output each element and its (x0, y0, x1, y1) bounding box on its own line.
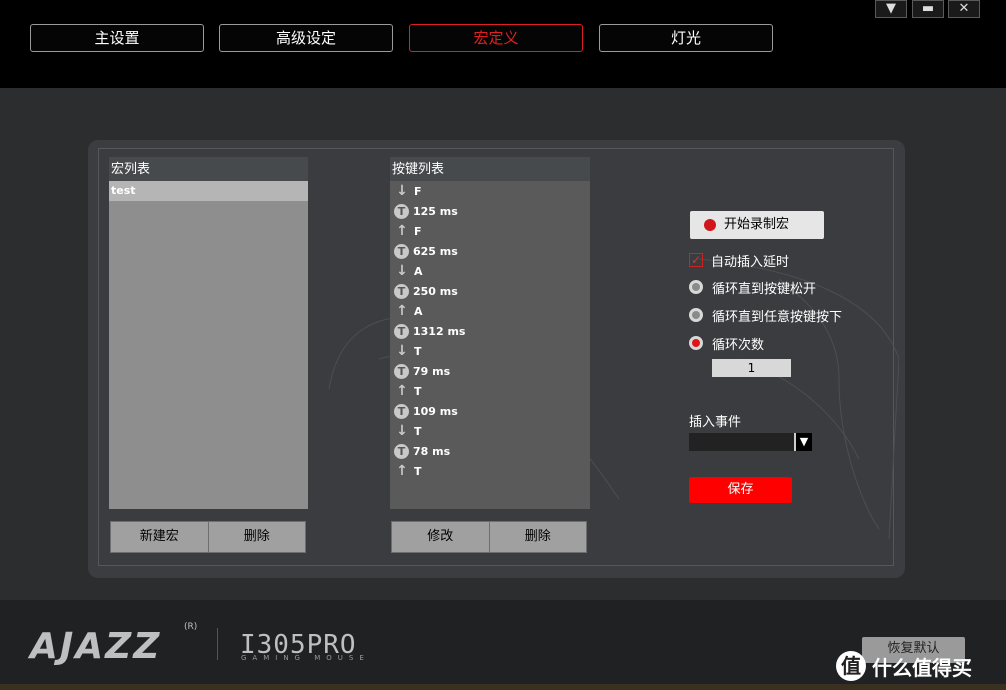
macro-list-header: 宏列表 (109, 157, 308, 181)
watermark-text: 什么值得买 (872, 655, 972, 680)
key-list-row-text: 1312 ms (413, 324, 466, 338)
arrow-up-icon: ↑ (396, 463, 408, 479)
key-list-row[interactable]: T 1312 ms (390, 321, 590, 341)
key-list-row-text: T (414, 384, 422, 398)
brand-logo: AJAZZ (30, 626, 162, 667)
key-list-row-text: A (414, 304, 423, 318)
key-list-row[interactable]: ↑ T (390, 381, 590, 401)
key-list-row[interactable]: T 79 ms (390, 361, 590, 381)
timer-icon: T (394, 363, 409, 379)
timer-icon: T (394, 443, 409, 459)
tab-macro[interactable]: 宏定义 (409, 24, 583, 52)
menu-dropdown-button[interactable]: ▼ (875, 0, 907, 18)
auto-delay-label: 自动插入延时 (711, 254, 790, 270)
loop-count-label: 循环次数 (712, 337, 765, 353)
insert-event-select[interactable]: ▼ (689, 433, 812, 451)
minimize-button[interactable]: ▬ (912, 0, 944, 18)
macro-panel: 宏列表 test 新建宏 删除 按键列表 ↓ F T 125 ms ↑ F T 625 ms ↓… (88, 140, 905, 578)
arrow-down-icon: ↓ (396, 183, 408, 199)
key-list-row-text: 79 ms (413, 364, 451, 378)
key-list-row-text: 109 ms (413, 404, 458, 418)
edit-key-button[interactable]: 修改 (392, 522, 489, 552)
record-dot-icon (704, 219, 716, 231)
arrow-up-icon: ↑ (396, 303, 408, 319)
key-list-row-text: 125 ms (413, 204, 458, 218)
start-record-button[interactable]: 开始录制宏 (690, 211, 824, 239)
loop-until-any-key-label: 循环直到任意按键按下 (712, 309, 843, 325)
triangle-down-icon: ▼ (886, 1, 896, 16)
arrow-up-icon: ↑ (396, 383, 408, 399)
loop-until-any-key-radio[interactable] (689, 308, 703, 322)
key-list-row-text: F (414, 184, 422, 198)
key-list-row-text: 625 ms (413, 244, 458, 258)
key-list-row[interactable]: ↓ T (390, 421, 590, 441)
loop-count-radio[interactable] (689, 336, 703, 350)
minimize-icon: ▬ (921, 1, 935, 16)
macro-list[interactable]: test (109, 181, 308, 509)
macro-list-buttons: 新建宏 删除 (110, 521, 306, 553)
dropdown-arrow-icon[interactable]: ▼ (794, 433, 812, 451)
registered-mark: (R) (184, 622, 198, 632)
key-list-row[interactable]: ↑ F (390, 221, 590, 241)
timer-icon: T (394, 243, 409, 259)
watermark: 值 什么值得买 (836, 646, 1006, 686)
loop-until-release-option[interactable]: 循环直到按键松开 (689, 277, 816, 297)
delete-macro-button[interactable]: 删除 (207, 522, 305, 552)
key-list-row[interactable]: T 625 ms (390, 241, 590, 261)
auto-delay-checkbox[interactable]: ✓ (689, 253, 703, 267)
bottom-strip (0, 684, 1006, 690)
save-button[interactable]: 保存 (689, 477, 792, 503)
loop-until-release-radio[interactable] (689, 280, 703, 294)
key-list-row[interactable]: ↑ A (390, 301, 590, 321)
timer-icon: T (394, 203, 409, 219)
new-macro-button[interactable]: 新建宏 (111, 522, 208, 552)
tab-main-settings[interactable]: 主设置 (30, 24, 204, 52)
key-list-row-text: T (414, 464, 422, 478)
model-subtitle: GAMING MOUSE (241, 654, 370, 662)
insert-event-label: 插入事件 (689, 415, 742, 430)
timer-icon: T (394, 323, 409, 339)
insert-event-value (689, 433, 794, 451)
tab-advanced-settings[interactable]: 高级设定 (219, 24, 393, 52)
arrow-down-icon: ↓ (396, 263, 408, 279)
key-list-row[interactable]: T 250 ms (390, 281, 590, 301)
arrow-up-icon: ↑ (396, 223, 408, 239)
loop-until-any-key-option[interactable]: 循环直到任意按键按下 (689, 305, 842, 325)
key-list-row[interactable]: ↑ T (390, 461, 590, 481)
key-list-header: 按键列表 (390, 157, 590, 181)
timer-icon: T (394, 283, 409, 299)
key-list-row-text: A (414, 264, 423, 278)
macro-list-item[interactable]: test (109, 181, 308, 201)
main-area: 宏列表 test 新建宏 删除 按键列表 ↓ F T 125 ms ↑ F T 625 ms ↓… (0, 88, 1006, 600)
key-list-row[interactable]: ↓ F (390, 181, 590, 201)
close-button[interactable]: ✕ (948, 0, 980, 18)
key-list-row-text: F (414, 224, 422, 238)
top-bar: 主设置 高级设定 宏定义 灯光 ▼ ▬ ✕ (0, 0, 1006, 88)
key-list[interactable]: ↓ F T 125 ms ↑ F T 625 ms ↓ A T 250 ms ↑ A T 1312 ms ↓ T T… (390, 181, 590, 509)
key-list-row[interactable]: ↓ T (390, 341, 590, 361)
key-list-buttons: 修改 删除 (391, 521, 587, 553)
tab-lighting[interactable]: 灯光 (599, 24, 773, 52)
timer-icon: T (394, 403, 409, 419)
key-list-row[interactable]: T 78 ms (390, 441, 590, 461)
watermark-logo-icon: 值 (836, 651, 866, 681)
macro-panel-inner: 宏列表 test 新建宏 删除 按键列表 ↓ F T 125 ms ↑ F T 625 ms ↓… (98, 148, 899, 566)
key-list-row[interactable]: T 109 ms (390, 401, 590, 421)
close-icon: ✕ (958, 1, 970, 16)
key-list-row[interactable]: T 125 ms (390, 201, 590, 221)
key-list-row-text: T (414, 344, 422, 358)
delete-key-button[interactable]: 删除 (488, 522, 586, 552)
arrow-down-icon: ↓ (396, 343, 408, 359)
loop-until-release-label: 循环直到按键松开 (712, 281, 817, 297)
key-list-row-text: 78 ms (413, 444, 451, 458)
key-list-row-text: 250 ms (413, 284, 458, 298)
start-record-label: 开始录制宏 (724, 217, 790, 232)
arrow-down-icon: ↓ (396, 423, 408, 439)
key-list-row-text: T (414, 424, 422, 438)
key-list-row[interactable]: ↓ A (390, 261, 590, 281)
logo-divider (217, 628, 218, 660)
loop-count-option[interactable]: 循环次数 (689, 333, 764, 353)
auto-delay-option[interactable]: ✓ 自动插入延时 (689, 250, 789, 270)
loop-count-input[interactable]: 1 (712, 359, 791, 377)
